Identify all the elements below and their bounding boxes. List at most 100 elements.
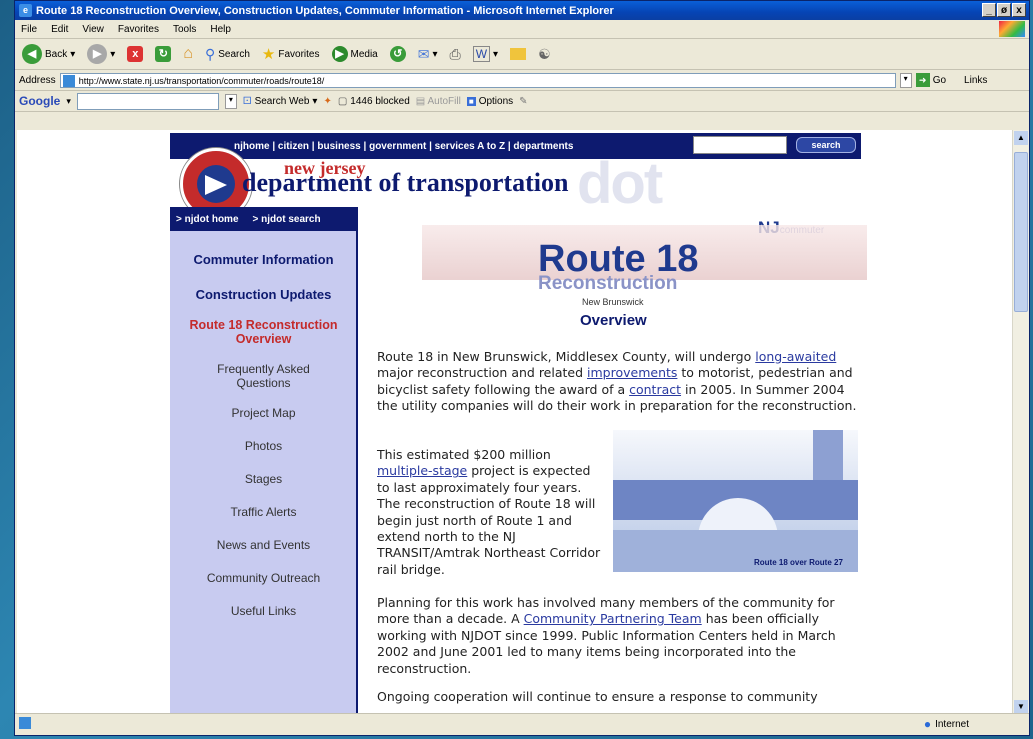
sidebar-item-useful-links[interactable]: Useful Links — [174, 604, 353, 618]
sidebar-item-community-outreach[interactable]: Community Outreach — [174, 571, 353, 585]
back-button[interactable]: ◀ Back ▾ — [19, 44, 78, 64]
highlight-pen-icon[interactable]: ✎ — [519, 96, 527, 107]
location-label: New Brunswick — [582, 297, 644, 307]
status-bar: ● Internet — [15, 713, 1029, 735]
media-button[interactable]: ▶ Media — [329, 46, 381, 62]
home-icon: ⌂ — [183, 45, 193, 62]
sidebar-item-traffic-alerts[interactable]: Traffic Alerts — [174, 505, 353, 519]
search-icon: ⚲ — [204, 45, 216, 62]
improvements-link[interactable]: improvements — [587, 365, 677, 380]
site-search-button[interactable]: search — [796, 137, 856, 153]
google-logo[interactable]: Google — [19, 94, 60, 108]
scroll-down-icon[interactable]: ▼ — [1014, 700, 1028, 714]
community-partnering-team-link[interactable]: Community Partnering Team — [524, 611, 702, 626]
address-dropdown-icon[interactable]: ▾ — [899, 72, 912, 88]
njdot-search-link[interactable]: > njdot search — [253, 214, 321, 225]
page-subtitle: Reconstruction — [538, 273, 678, 294]
options-label: Options — [478, 95, 514, 107]
binoculars-icon: ⚀ — [242, 95, 252, 107]
paragraph-2: This estimated $200 million multiple-sta… — [377, 447, 601, 577]
stop-icon: x — [127, 46, 144, 62]
autofill-button[interactable]: ▤ AutoFill — [416, 96, 461, 107]
window-title: Route 18 Reconstruction Overview, Constr… — [36, 4, 614, 17]
back-arrow-icon: ◀ — [22, 44, 42, 64]
history-icon: ↺ — [389, 46, 406, 62]
edit-button[interactable]: W ▾ — [470, 46, 501, 62]
forward-button[interactable]: ▶ ▾ — [84, 44, 118, 64]
refresh-button[interactable]: ↻ — [152, 46, 174, 62]
search-web-button[interactable]: ⚀ Search Web ▾ — [243, 96, 318, 107]
window-controls: _ ø x — [982, 3, 1026, 17]
toolbar: ◀ Back ▾ ▶ ▾ x ↻ ⌂ ⚲ Search ★ Favorites … — [15, 39, 1029, 70]
menu-file[interactable]: File — [21, 24, 37, 35]
search-label: Search — [218, 48, 250, 60]
page-content: njhome | citizen | business | government… — [17, 130, 1013, 715]
sidebar-item-faq[interactable]: Frequently Asked Questions — [174, 362, 353, 390]
blocked-count: 1446 blocked — [350, 95, 410, 107]
paragraph-4: Ongoing cooperation will continue to ens… — [377, 689, 818, 704]
page-status-icon — [19, 717, 31, 729]
top-nav-links[interactable]: njhome | citizen | business | government… — [234, 141, 573, 152]
ie-icon: e — [19, 4, 32, 17]
section-heading: Overview — [580, 312, 647, 329]
photo-caption: Route 18 over Route 27 — [754, 558, 843, 567]
sidebar-item-project-map[interactable]: Project Map — [174, 406, 353, 420]
nj-top-nav: njhome | citizen | business | government… — [170, 133, 861, 159]
contract-link[interactable]: contract — [629, 382, 681, 397]
popup-blocker-button[interactable]: ▢ 1446 blocked — [338, 96, 410, 107]
search-button[interactable]: ⚲ Search — [202, 46, 253, 63]
menu-help[interactable]: Help — [210, 24, 231, 35]
google-search-input[interactable] — [76, 92, 219, 110]
multiple-stage-link[interactable]: multiple-stage — [377, 463, 467, 478]
route18-bridge-photo[interactable] — [613, 430, 858, 572]
options-button[interactable]: ■ Options — [466, 95, 514, 107]
sidebar-item-construction-updates[interactable]: Construction Updates — [174, 287, 353, 302]
security-zone: ● Internet — [924, 717, 969, 731]
menu-view[interactable]: View — [82, 24, 104, 35]
scroll-up-icon[interactable]: ▲ — [1014, 131, 1028, 145]
go-arrow-icon: ➜ — [915, 73, 930, 87]
menu-edit[interactable]: Edit — [51, 24, 68, 35]
title-bar: e Route 18 Reconstruction Overview, Cons… — [15, 1, 1029, 20]
sidebar-item-stages[interactable]: Stages — [174, 472, 353, 486]
refresh-icon: ↻ — [155, 46, 172, 62]
long-awaited-link[interactable]: long-awaited — [755, 349, 836, 364]
history-button[interactable]: ↺ — [387, 46, 409, 62]
windows-logo-icon — [999, 21, 1025, 37]
stop-button[interactable]: x — [124, 46, 146, 62]
zone-label: Internet — [935, 718, 969, 730]
site-search-input[interactable] — [693, 136, 787, 154]
messenger-button[interactable]: ☯ — [535, 46, 554, 63]
address-url: http://www.state.nj.us/transportation/co… — [78, 75, 325, 86]
paragraph-3: Planning for this work has involved many… — [377, 595, 836, 676]
messenger-icon: ☯ — [538, 45, 551, 62]
home-button[interactable]: ⌂ — [180, 45, 196, 63]
menu-favorites[interactable]: Favorites — [118, 24, 159, 35]
mail-button[interactable]: ✉ ▾ — [415, 46, 441, 63]
print-button[interactable]: ⎙ — [447, 46, 464, 63]
sidebar-item-commuter-information[interactable]: Commuter Information — [174, 252, 353, 267]
sidebar-item-photos[interactable]: Photos — [174, 439, 353, 453]
scroll-thumb[interactable] — [1014, 152, 1028, 312]
pagerank-icon[interactable]: ✦ — [323, 96, 331, 107]
vertical-scrollbar[interactable]: ▲ ▼ — [1012, 130, 1029, 715]
google-toolbar: Google ▾ ▾ ⚀ Search Web ▾ ✦ ▢ 1446 block… — [15, 91, 1029, 112]
maximize-button[interactable]: ø — [997, 3, 1011, 17]
minimize-button[interactable]: _ — [982, 3, 996, 17]
google-menu-icon[interactable]: ▾ — [66, 96, 71, 107]
go-button[interactable]: ➜ Go — [915, 73, 947, 87]
njdot-home-link[interactable]: > njdot home — [176, 214, 239, 225]
sidebar-item-news-events[interactable]: News and Events — [174, 538, 353, 552]
sidebar-item-route18-overview[interactable]: Route 18 Reconstruction Overview — [174, 318, 353, 346]
menu-tools[interactable]: Tools — [173, 24, 196, 35]
department-name: department of transportation — [242, 168, 569, 197]
links-button[interactable]: Links — [964, 75, 987, 86]
go-label: Go — [932, 74, 947, 86]
favorites-button[interactable]: ★ Favorites — [259, 45, 323, 63]
mail-icon: ✉ — [417, 45, 430, 62]
close-button[interactable]: x — [1012, 3, 1026, 17]
search-web-label: Search Web — [254, 95, 310, 107]
folder-button[interactable] — [507, 48, 529, 60]
address-input[interactable]: http://www.state.nj.us/transportation/co… — [59, 72, 896, 88]
google-dropdown-icon[interactable]: ▾ — [224, 93, 237, 109]
